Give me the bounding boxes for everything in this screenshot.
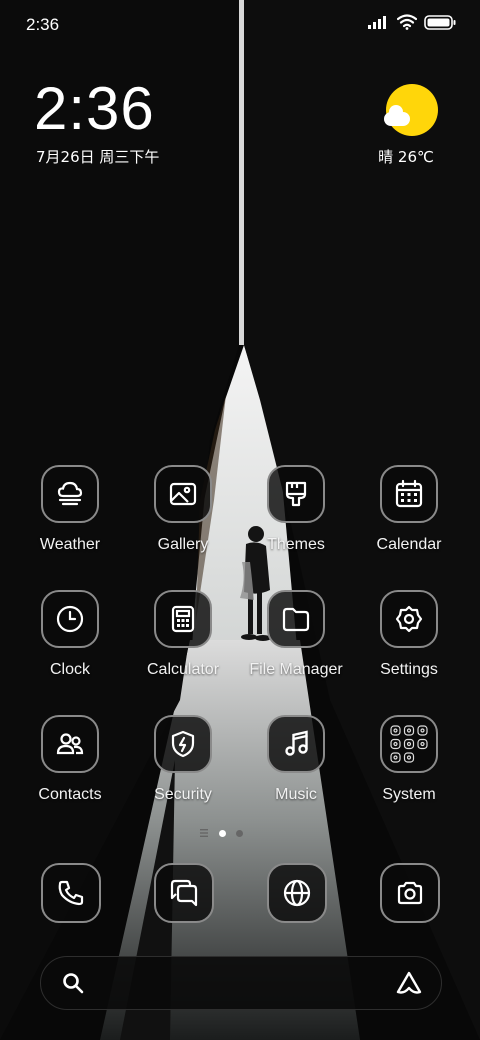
app-file-manager[interactable]: File Manager bbox=[239, 590, 353, 679]
themes-brush-icon bbox=[267, 465, 325, 523]
app-system-folder[interactable]: System bbox=[352, 715, 466, 804]
calendar-icon bbox=[380, 465, 438, 523]
app-settings[interactable]: Settings bbox=[352, 590, 466, 679]
app-gallery[interactable]: Gallery bbox=[126, 465, 240, 554]
weather-text: 晴 26℃ bbox=[378, 148, 434, 166]
dock-phone[interactable] bbox=[41, 863, 101, 923]
messages-icon bbox=[154, 863, 214, 923]
app-label-security: Security bbox=[154, 786, 212, 803]
app-label-music: Music bbox=[275, 786, 317, 803]
app-label-settings: Settings bbox=[380, 661, 438, 678]
app-label-themes: Themes bbox=[267, 536, 325, 553]
app-weather[interactable]: Weather bbox=[13, 465, 127, 554]
folder-icon bbox=[267, 590, 325, 648]
sun-cloud-icon bbox=[384, 84, 438, 136]
app-label-system: System bbox=[382, 786, 436, 803]
clock-icon bbox=[41, 590, 99, 648]
app-music[interactable]: Music bbox=[239, 715, 353, 804]
search-icon[interactable] bbox=[61, 971, 85, 995]
signal-icon bbox=[368, 16, 386, 29]
status-time: 2:36 bbox=[26, 15, 60, 34]
app-label-file-manager: File Manager bbox=[249, 661, 343, 678]
shield-icon bbox=[154, 715, 212, 773]
app-label-calculator: Calculator bbox=[146, 661, 220, 678]
page-dot-active bbox=[219, 829, 226, 837]
app-security[interactable]: Security bbox=[126, 715, 240, 804]
app-label-calendar: Calendar bbox=[376, 536, 442, 553]
weather-widget[interactable]: 晴 26℃ bbox=[374, 84, 444, 167]
app-calendar[interactable]: Calendar bbox=[352, 465, 466, 554]
gallery-icon bbox=[154, 465, 212, 523]
clock-widget[interactable]: 2:36 7月26日 周三下午 bbox=[34, 78, 159, 167]
app-clock[interactable]: Clock bbox=[13, 590, 127, 679]
assistant-icon[interactable] bbox=[395, 970, 423, 996]
status-bar: 2:36 bbox=[0, 0, 480, 50]
gear-icon bbox=[380, 590, 438, 648]
music-note-icon bbox=[267, 715, 325, 773]
weather-icon bbox=[41, 465, 99, 523]
contacts-icon bbox=[41, 715, 99, 773]
dock-browser[interactable] bbox=[267, 863, 327, 923]
list-view-icon bbox=[200, 829, 208, 837]
folder-grid-icon bbox=[380, 715, 438, 773]
widget-time: 2:36 bbox=[34, 75, 155, 142]
dock-messages[interactable] bbox=[154, 863, 214, 923]
widget-date: 7月26日 周三下午 bbox=[36, 148, 160, 166]
phone-icon bbox=[41, 863, 101, 923]
app-calculator[interactable]: Calculator bbox=[126, 590, 240, 679]
app-label-clock: Clock bbox=[49, 661, 90, 678]
calculator-icon bbox=[154, 590, 212, 648]
app-label-contacts: Contacts bbox=[38, 786, 102, 803]
app-label-gallery: Gallery bbox=[157, 536, 209, 553]
app-label-weather: Weather bbox=[39, 536, 101, 553]
wifi-icon bbox=[397, 14, 417, 30]
battery-icon bbox=[424, 14, 456, 30]
status-icons bbox=[368, 14, 456, 30]
app-contacts[interactable]: Contacts bbox=[13, 715, 127, 804]
dock-camera[interactable] bbox=[380, 863, 440, 923]
camera-icon bbox=[380, 863, 440, 923]
browser-globe-icon bbox=[267, 863, 327, 923]
page-dot bbox=[236, 829, 243, 837]
app-themes[interactable]: Themes bbox=[239, 465, 353, 554]
search-bar[interactable] bbox=[40, 956, 442, 1010]
page-indicator[interactable] bbox=[199, 829, 243, 837]
